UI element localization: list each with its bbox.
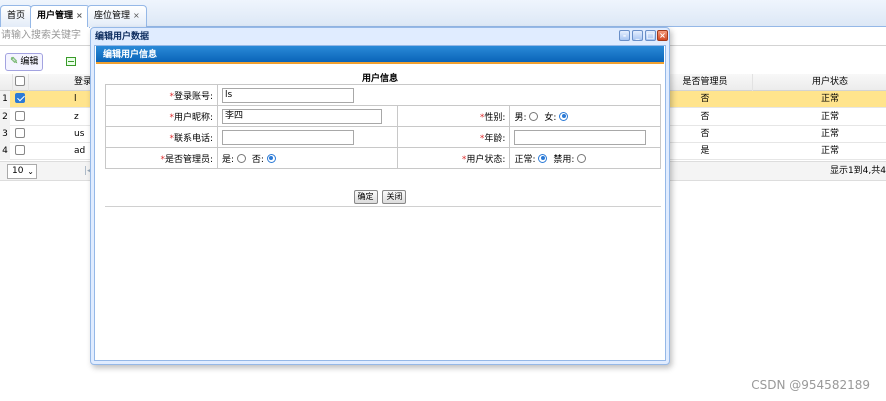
- row-checkbox[interactable]: [14, 126, 26, 143]
- column-header-admin[interactable]: 是否管理员: [660, 74, 750, 91]
- user-form: *登录账号: ls *用户昵称: 李四 *性别: 男: 女: *联系电话: *年…: [105, 84, 661, 169]
- close-button[interactable]: 关闭: [382, 190, 407, 204]
- status-disabled-radio[interactable]: [577, 153, 587, 163]
- cell-status: 正常: [820, 146, 839, 156]
- cell-admin: 否: [700, 94, 710, 104]
- admin-radio-group: 是: 否:: [216, 147, 399, 169]
- remove-icon[interactable]: [66, 57, 76, 66]
- maximize-icon[interactable]: □: [645, 30, 656, 41]
- age-field[interactable]: [514, 129, 647, 145]
- gender-female-radio[interactable]: [559, 111, 569, 121]
- cell-status: 正常: [820, 94, 839, 104]
- divider: [105, 206, 661, 207]
- row-number: 2: [0, 109, 10, 126]
- tab-label: 座位管理: [94, 11, 131, 21]
- age-label: *年龄:: [397, 126, 511, 148]
- tab-user-management[interactable]: 用户管理 ×: [30, 5, 90, 28]
- status-radio-group: 正常: 禁用:: [509, 147, 661, 169]
- edit-button-label: 编辑: [20, 57, 39, 67]
- pencil-icon: ✎: [10, 56, 19, 67]
- tab-home[interactable]: 首页: [0, 5, 33, 27]
- form-buttons: 确定 关闭: [95, 190, 665, 204]
- close-icon[interactable]: ×: [657, 30, 668, 41]
- status-normal-radio[interactable]: [538, 153, 548, 163]
- gender-male-radio[interactable]: [529, 111, 539, 121]
- row-number: 1: [0, 91, 10, 108]
- cell-admin: 是: [700, 146, 710, 156]
- phone-label: *联系电话:: [105, 126, 218, 148]
- page-size-value: 10: [12, 166, 24, 176]
- watermark: CSDN @954582189: [751, 378, 870, 392]
- close-icon[interactable]: ×: [76, 11, 83, 20]
- minimize-icon[interactable]: _: [632, 30, 643, 41]
- gender-radio-group: 男: 女:: [509, 105, 661, 127]
- chevron-down-icon: ⌄: [27, 167, 34, 176]
- nickname-field[interactable]: 李四: [222, 108, 382, 124]
- nickname-label: *用户昵称:: [105, 105, 218, 127]
- row-number: 4: [0, 143, 10, 160]
- dialog-body: 编辑用户信息 用户信息 *登录账号: ls *用户昵称: 李四 *性别: 男: …: [94, 45, 666, 361]
- login-field[interactable]: ls: [222, 87, 354, 103]
- status-label: *用户状态:: [397, 147, 511, 169]
- confirm-button[interactable]: 确定: [353, 190, 378, 204]
- row-number: 3: [0, 126, 10, 143]
- tab-seat-management[interactable]: 座位管理 ×: [87, 5, 147, 27]
- admin-label: *是否管理员:: [105, 147, 218, 169]
- tab-label: 用户管理: [37, 11, 74, 21]
- panel-title: 编辑用户信息: [96, 46, 664, 64]
- admin-yes-radio[interactable]: [237, 153, 247, 163]
- page-size-select[interactable]: 10 ⌄: [7, 164, 37, 179]
- pager-info: 显示1到4,共4: [829, 166, 886, 176]
- form-title: 用户信息: [361, 74, 398, 84]
- row-checkbox[interactable]: [14, 109, 26, 126]
- row-checkbox[interactable]: [14, 91, 26, 108]
- collapse-icon[interactable]: -: [619, 30, 630, 41]
- edit-user-dialog: 编辑用户数据 - _ □ × 编辑用户信息 用户信息 *登录账号: ls *用户…: [90, 27, 670, 365]
- close-icon[interactable]: ×: [133, 11, 140, 20]
- tab-label: 首页: [7, 11, 26, 21]
- phone-field[interactable]: [222, 129, 354, 145]
- admin-no-radio[interactable]: [266, 153, 276, 163]
- dialog-title: 编辑用户数据: [95, 32, 150, 42]
- column-header-status[interactable]: 用户状态: [785, 74, 875, 91]
- cell-status: 正常: [820, 112, 839, 122]
- row-checkbox[interactable]: [14, 143, 26, 160]
- login-label: *登录账号:: [105, 84, 218, 106]
- cell-status: 正常: [820, 129, 839, 139]
- cell-admin: 否: [700, 129, 710, 139]
- cell-admin: 否: [700, 112, 710, 122]
- edit-button[interactable]: ✎ 编辑: [5, 53, 43, 71]
- tab-strip: 首页 用户管理 × 座位管理 ×: [0, 0, 886, 28]
- select-all-checkbox[interactable]: [14, 74, 26, 91]
- gender-label: *性别:: [397, 105, 511, 127]
